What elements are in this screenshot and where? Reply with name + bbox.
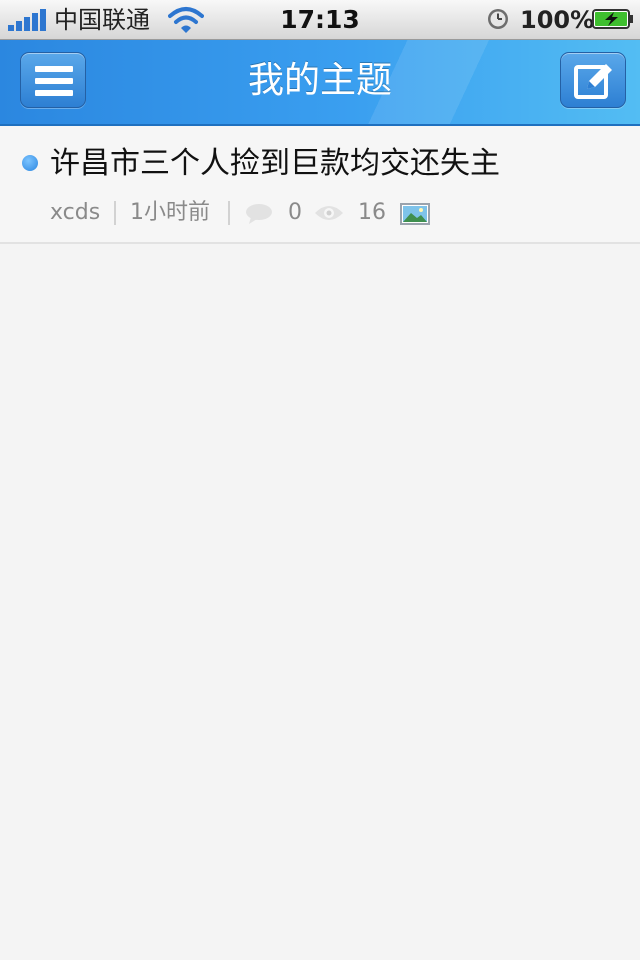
menu-button[interactable] <box>20 52 86 108</box>
meta-divider <box>114 201 116 225</box>
battery-percent: 100% <box>520 6 595 34</box>
compose-button[interactable] <box>560 52 626 108</box>
status-bar: 中国联通 17:13 100% <box>0 0 640 40</box>
clock-icon <box>488 9 508 29</box>
view-eye-icon <box>315 206 343 220</box>
nav-bar: 我的主题 <box>0 40 640 126</box>
meta-divider <box>228 201 230 225</box>
thread-title: 许昌市三个人捡到巨款均交还失主 <box>50 146 500 181</box>
thread-author: xcds <box>50 200 101 225</box>
compose-icon <box>574 64 612 99</box>
unread-dot-icon <box>22 155 38 171</box>
battery-charging-icon <box>592 9 633 29</box>
page-title: 我的主题 <box>247 60 392 101</box>
view-count: 16 <box>358 200 386 225</box>
reply-bubble-icon <box>246 204 272 224</box>
image-attachment-icon <box>400 203 430 225</box>
reply-count: 0 <box>288 200 302 225</box>
thread-list-item[interactable]: 许昌市三个人捡到巨款均交还失主 xcds 1小时前 0 16 <box>0 126 640 244</box>
menu-icon <box>35 66 73 96</box>
thread-time: 1小时前 <box>130 200 210 225</box>
